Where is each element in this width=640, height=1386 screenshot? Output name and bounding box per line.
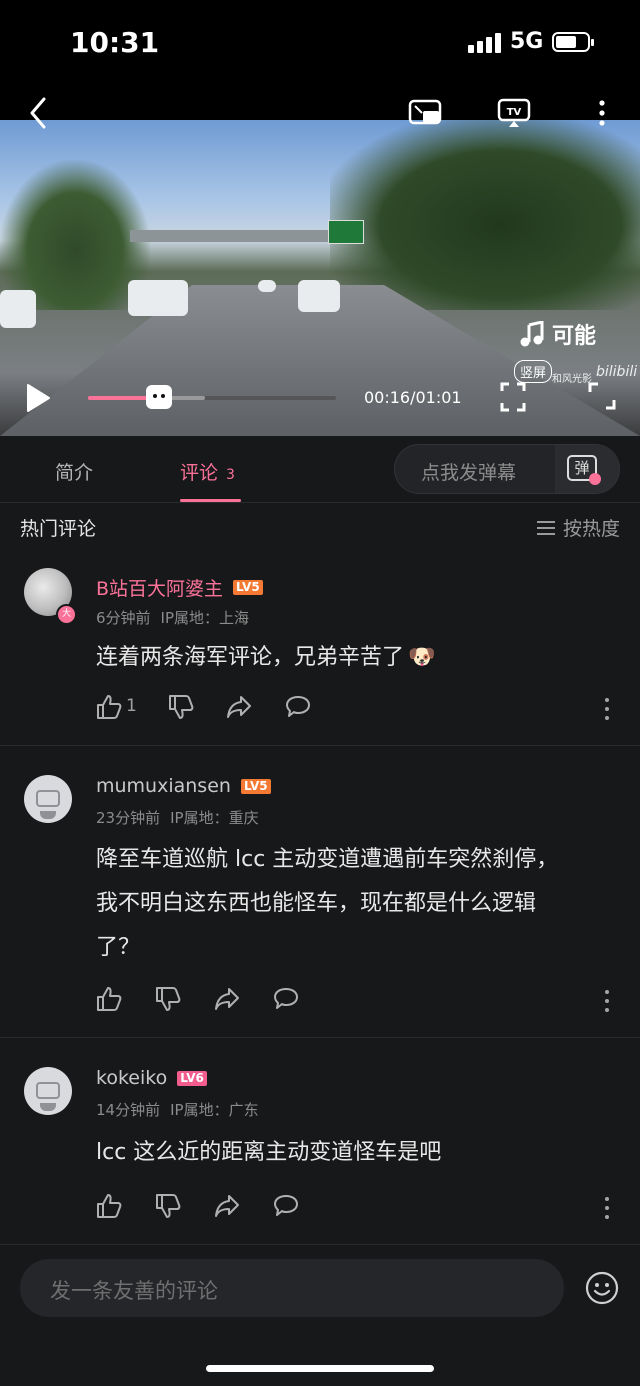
comment-actions: 1 [96, 694, 620, 724]
comment-more-icon[interactable] [604, 698, 610, 720]
reply-icon[interactable] [285, 694, 311, 720]
progress-fill [88, 396, 148, 400]
comment-item: mumuxiansen LV5 23分钟前 IP属地：重庆 降至车道巡航 lcc … [0, 746, 640, 1038]
danmaku-input[interactable]: 点我发弹幕 弹 [394, 444, 620, 494]
network-type: 5G [510, 29, 544, 54]
avatar-badge: 大 [56, 604, 77, 625]
dislike-icon[interactable] [155, 986, 181, 1012]
music-title: 可能 [552, 324, 597, 349]
player-controls: 00:16/01:01 [0, 378, 640, 428]
tab-bar: 简介 评论 3 点我发弹幕 弹 [0, 436, 640, 503]
level-badge: LV5 [240, 778, 271, 794]
progress-knob-tv-icon[interactable] [145, 385, 172, 409]
username-text: kokeiko [96, 1067, 168, 1089]
share-icon[interactable] [214, 986, 240, 1012]
section-title: 热门评论 [20, 518, 97, 540]
timecode: 00:16/01:01 [364, 388, 462, 407]
comment-actions [96, 986, 620, 1016]
comment-more-icon[interactable] [604, 990, 610, 1012]
comment-text: 连着两条海军评论，兄弟辛苦了 🐶 [96, 636, 611, 680]
comment-more-icon[interactable] [604, 1197, 610, 1219]
comment-time: 23分钟前 [96, 809, 161, 827]
comment-item: 大 B站百大阿婆主 LV5 6分钟前 IP属地：上海 连着两条海军评论，兄弟辛苦了… [0, 552, 640, 746]
video-player[interactable]: TV 可能 竖屏 和风光影 bilibili 00:16/01:01 [0, 90, 640, 436]
danmaku-icon: 弹 [567, 455, 601, 485]
tab-comments-label: 评论 [180, 462, 219, 484]
avatar[interactable] [24, 1067, 72, 1115]
svg-text:TV: TV [507, 107, 522, 118]
like-icon[interactable] [96, 1193, 122, 1219]
level-badge: LV5 [233, 580, 263, 595]
share-icon[interactable] [226, 694, 252, 720]
comment-text: 降至车道巡航 lcc 主动变道遭遇前车突然刹停， 我不明白这东西也能怪车，现在都… [96, 838, 611, 970]
sort-list-icon [536, 520, 555, 535]
comment-username[interactable]: mumuxiansen LV5 [96, 775, 271, 797]
comment-username[interactable]: kokeiko LV6 [96, 1067, 207, 1089]
comment-input[interactable]: 发一条友善的评论 [20, 1259, 564, 1317]
comment-ip: IP属地：上海 [160, 609, 250, 627]
comment-text-content: 连着两条海军评论，兄弟辛苦了 [96, 645, 405, 670]
like-icon[interactable] [96, 986, 122, 1012]
dislike-icon[interactable] [155, 1193, 181, 1219]
music-note-icon [520, 321, 544, 347]
share-icon[interactable] [214, 1193, 240, 1219]
battery-icon [552, 32, 594, 52]
play-icon[interactable] [24, 382, 52, 414]
comment-input-placeholder: 发一条友善的评论 [50, 1279, 218, 1303]
doge-emoji-icon: 🐶 [408, 645, 436, 670]
picture-in-picture-icon[interactable] [408, 98, 442, 128]
comment-ip: IP属地：重庆 [170, 809, 259, 827]
avatar[interactable] [24, 775, 72, 823]
comment-time: 14分钟前 [96, 1101, 161, 1119]
comment-username[interactable]: B站百大阿婆主 LV5 [96, 574, 263, 601]
tab-comments[interactable]: 评论 3 [180, 458, 235, 485]
comment-actions [96, 1193, 620, 1223]
comment-time: 6分钟前 [96, 609, 151, 627]
like-icon[interactable] [96, 694, 122, 720]
comment-text: lcc 这么近的距离主动变道怪车是吧 [96, 1140, 442, 1165]
tab-intro[interactable]: 简介 [55, 458, 93, 485]
status-time: 10:31 [70, 26, 160, 59]
comment-text-line: 了？ [96, 935, 141, 960]
comments-header: 热门评论 按热度 [0, 502, 640, 552]
fullscreen-icon[interactable] [588, 382, 616, 410]
sort-button[interactable]: 按热度 [536, 514, 620, 541]
status-bar: 10:31 5G [0, 0, 640, 90]
comment-text-line: 降至车道巡航 lcc 主动变道遭遇前车突然刹停， [96, 847, 559, 872]
emoji-icon[interactable] [585, 1271, 619, 1305]
username-text: mumuxiansen [96, 775, 231, 797]
progress-bar[interactable] [88, 385, 336, 409]
focus-frame-icon[interactable] [500, 382, 526, 412]
comment-item: kokeiko LV6 14分钟前 IP属地：广东 lcc 这么近的距离主动变道怪… [0, 1038, 640, 1244]
tv-cast-icon[interactable]: TV [497, 98, 531, 128]
comment-meta: 14分钟前 IP属地：广东 [96, 1099, 269, 1120]
reply-icon[interactable] [273, 986, 299, 1012]
reply-icon[interactable] [273, 1193, 299, 1219]
comments-count: 3 [226, 467, 235, 483]
comment-meta: 23分钟前 IP属地：重庆 [96, 807, 269, 828]
sort-label: 按热度 [562, 518, 620, 540]
like-count: 1 [126, 696, 137, 716]
danmaku-placeholder: 点我发弹幕 [421, 462, 517, 484]
comment-composer: 发一条友善的评论 [0, 1244, 640, 1386]
more-options-icon[interactable] [594, 98, 610, 128]
username-text: B站百大阿婆主 [96, 578, 224, 600]
comment-meta: 6分钟前 IP属地：上海 [96, 607, 259, 628]
music-chip[interactable]: 可能 [520, 318, 596, 350]
back-icon[interactable] [26, 96, 50, 130]
comment-ip: IP属地：广东 [170, 1101, 259, 1119]
level-badge: LV6 [177, 1070, 207, 1086]
home-indicator [206, 1365, 434, 1372]
signal-icon [468, 33, 502, 53]
danmaku-settings-button[interactable]: 弹 [555, 445, 619, 493]
dislike-icon[interactable] [168, 694, 194, 720]
comment-text-line: 我不明白这东西也能怪车，现在都是什么逻辑 [96, 891, 537, 916]
